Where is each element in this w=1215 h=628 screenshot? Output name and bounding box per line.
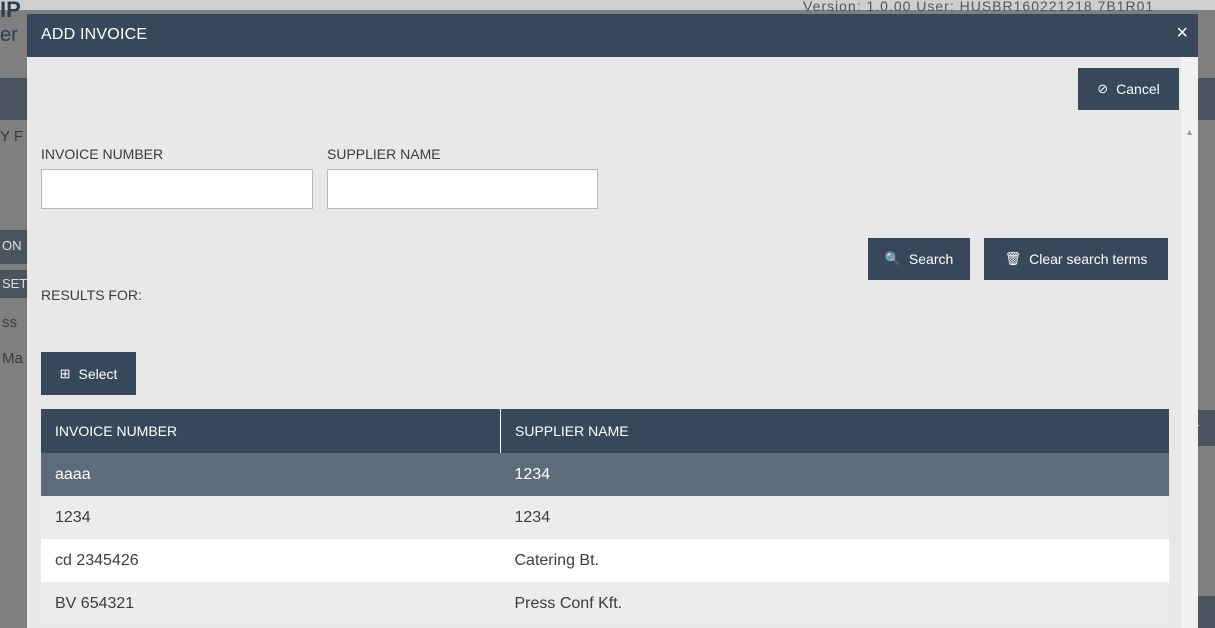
background-text: Y F [0,128,24,145]
background-subtitle: er [0,24,18,46]
supplier-name-cell: 1234 [500,496,1169,539]
modal-header: ADD INVOICE × [27,14,1198,57]
invoice-number-cell: cd 2345426 [41,539,501,582]
close-icon[interactable]: × [1176,22,1188,45]
supplier-name-cell: Press Conf Kft. [500,582,1169,625]
search-button[interactable]: 🔍 Search [868,238,970,280]
supplier-name-input[interactable] [327,169,598,209]
modal-scrollbar[interactable]: ▲ [1181,57,1198,628]
background-text: ss [2,314,17,331]
invoice-number-cell: 1234 [41,496,501,539]
invoice-number-input[interactable] [41,169,313,209]
background-version: Version: 1.0.00 User: HUSBR160221218 7B1… [803,0,1155,14]
table-header-row: INVOICE NUMBER SUPPLIER NAME [41,409,1169,453]
table-row[interactable]: 1234 1234 [41,496,1169,539]
invoice-number-cell: aaaa [41,453,501,496]
table-row[interactable]: BV 654321 Press Conf Kft. [41,582,1169,625]
table-row[interactable]: aaaa 1234 [41,453,1169,496]
background-text: Ma [2,350,23,367]
clear-search-terms-button[interactable]: 🗑 Clear search terms [984,238,1168,280]
plus-square-icon: ⊞ [59,365,71,381]
select-button[interactable]: ⊞ Select [41,352,136,395]
modal-title: ADD INVOICE [41,26,148,43]
column-header-supplier-name[interactable]: SUPPLIER NAME [500,409,1169,453]
search-label: Search [908,251,954,267]
clear-label: Clear search terms [1029,251,1148,267]
column-header-invoice-number[interactable]: INVOICE NUMBER [41,409,501,453]
results-table: INVOICE NUMBER SUPPLIER NAME aaaa 1234 1… [41,409,1169,625]
supplier-name-cell: 1234 [500,453,1169,496]
add-invoice-modal: ADD INVOICE × ⊘ Cancel INVOICE NUMBER SU… [27,14,1198,628]
search-icon: 🔍 [884,251,901,266]
results-for-label: RESULTS FOR: [41,287,142,303]
background-text: SET [2,276,28,291]
cancel-label: Cancel [1116,81,1160,97]
cancel-icon: ⊘ [1097,81,1109,96]
background-title: IP [0,0,21,22]
select-label: Select [78,365,118,382]
table-row[interactable]: cd 2345426 Catering Bt. [41,539,1169,582]
invoice-number-label: INVOICE NUMBER [41,146,164,162]
background-text: ON [2,238,22,253]
supplier-name-label: SUPPLIER NAME [327,146,441,162]
scroll-up-arrow-icon[interactable]: ▲ [1185,127,1194,137]
supplier-name-cell: Catering Bt. [500,539,1169,582]
trash-icon: 🗑 [1004,251,1022,266]
modal-body: ⊘ Cancel INVOICE NUMBER SUPPLIER NAME 🔍 … [27,57,1181,628]
invoice-number-cell: BV 654321 [41,582,501,625]
cancel-button[interactable]: ⊘ Cancel [1078,68,1179,110]
